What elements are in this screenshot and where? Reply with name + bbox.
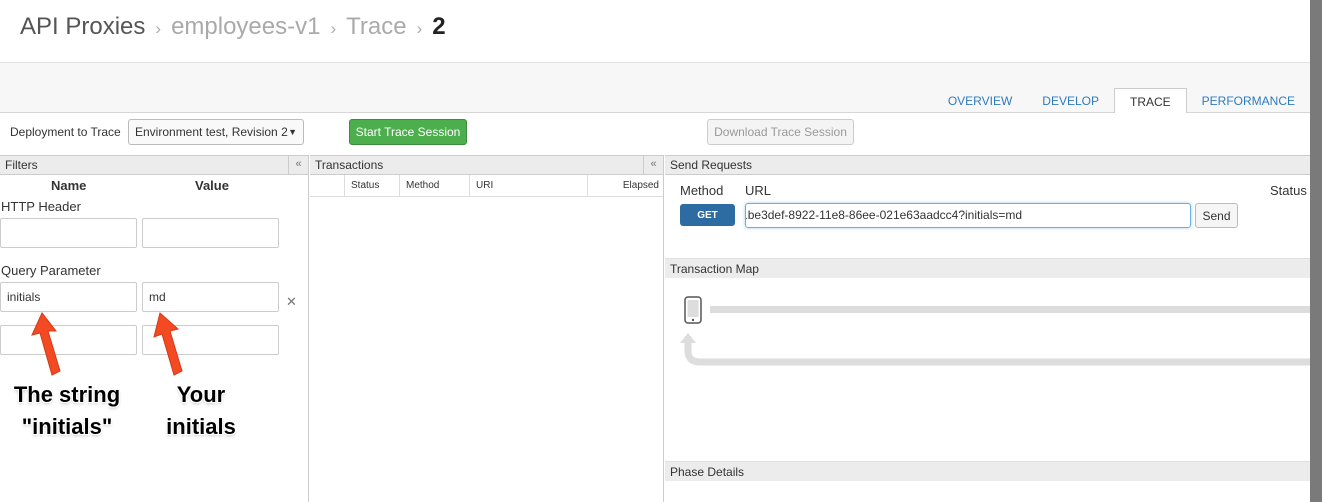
tab-develop[interactable]: DEVELOP — [1027, 88, 1114, 114]
tab-trace[interactable]: TRACE — [1113, 88, 1187, 115]
download-trace-session-button[interactable]: Download Trace Session — [707, 119, 854, 145]
breadcrumb: API Proxies › employees-v1 › Trace › 2 — [20, 12, 446, 42]
method-get-button[interactable]: GET — [680, 204, 735, 226]
filters-header: Filters « — [0, 155, 308, 175]
http-header-label: HTTP Header — [1, 199, 81, 214]
transactions-title: Transactions — [315, 158, 384, 172]
send-requests-title: Send Requests — [670, 158, 753, 172]
url-label: URL — [745, 183, 772, 198]
phase-details-header: Phase Details — [665, 461, 1310, 481]
tab-overview[interactable]: OVERVIEW — [933, 88, 1027, 114]
query-param-value-input[interactable]: md — [142, 282, 279, 312]
annotation-arrow-right — [153, 312, 183, 376]
proxy-tabs: OVERVIEW DEVELOP TRACE PERFORMANCE — [933, 88, 1310, 115]
column-uri[interactable]: URI — [470, 175, 588, 197]
transaction-map-request-line — [710, 306, 1310, 313]
send-requests-panel: Send Requests Method URL Status GET empl… — [665, 155, 1310, 502]
column-select — [310, 175, 345, 197]
annotation-arrow-left — [31, 312, 61, 376]
http-header-value-input[interactable] — [142, 218, 279, 248]
transaction-map-title: Transaction Map — [670, 262, 759, 276]
annotation-string-initials: The string "initials" — [13, 382, 121, 439]
transaction-map-response-line — [680, 333, 1310, 366]
tab-performance[interactable]: PERFORMANCE — [1187, 88, 1310, 114]
deployment-label: Deployment to Trace — [10, 125, 121, 139]
send-button[interactable]: Send — [1195, 203, 1238, 228]
value-column-header: Value — [195, 178, 229, 193]
status-label: Status — [1270, 183, 1307, 198]
query-param-name-input[interactable]: initials — [0, 282, 137, 312]
column-elapsed[interactable]: Elapsed — [588, 175, 663, 197]
query-parameter-label: Query Parameter — [1, 263, 101, 278]
phase-details-title: Phase Details — [670, 465, 745, 479]
request-url-input[interactable]: employees/v1/41be3def-8922-11e8-86ee-021… — [745, 203, 1191, 228]
deployment-select[interactable]: Environment test, Revision 2 ▼ — [128, 119, 304, 145]
breadcrumb-trace[interactable]: Trace — [346, 13, 406, 41]
window-edge — [1310, 0, 1322, 502]
deployment-select-value: Environment test, Revision 2 — [135, 125, 288, 139]
column-status[interactable]: Status — [345, 175, 400, 197]
caret-down-icon: ▼ — [288, 127, 297, 137]
mobile-phone-icon — [684, 296, 702, 324]
proxy-header-bar: OVERVIEW DEVELOP TRACE PERFORMANCE — [0, 62, 1310, 115]
transaction-map-header: Transaction Map — [665, 258, 1310, 278]
remove-filter-icon[interactable]: ✕ — [286, 294, 297, 310]
send-requests-header: Send Requests — [665, 155, 1310, 175]
name-column-header: Name — [51, 178, 87, 193]
transactions-panel: Transactions « Status Method URI Elapsed — [310, 155, 664, 502]
http-header-name-input[interactable] — [0, 218, 137, 248]
breadcrumb-separator-icon: › — [155, 19, 162, 38]
filters-panel: Filters « Name Value HTTP Header Query P… — [0, 155, 309, 502]
request-url-value: employees/v1/41be3def-8922-11e8-86ee-021… — [746, 208, 1023, 222]
annotation-your-initials: Your initials — [166, 382, 236, 439]
breadcrumb-separator-icon: › — [330, 19, 337, 38]
breadcrumb-api-proxies[interactable]: API Proxies — [20, 13, 145, 41]
transactions-header: Transactions « — [310, 155, 663, 175]
collapse-icon[interactable]: « — [643, 155, 663, 175]
filters-title: Filters — [5, 158, 38, 172]
breadcrumb-revision: 2 — [432, 13, 446, 40]
collapse-icon[interactable]: « — [288, 155, 308, 175]
method-label: Method — [680, 183, 724, 198]
breadcrumb-separator-icon: › — [416, 19, 423, 38]
column-method[interactable]: Method — [400, 175, 470, 197]
start-trace-session-button[interactable]: Start Trace Session — [349, 119, 467, 145]
transactions-table-header: Status Method URI Elapsed — [310, 175, 663, 197]
breadcrumb-proxy[interactable]: employees-v1 — [171, 13, 320, 41]
trace-toolbar: Deployment to Trace Environment test, Re… — [0, 113, 1310, 155]
